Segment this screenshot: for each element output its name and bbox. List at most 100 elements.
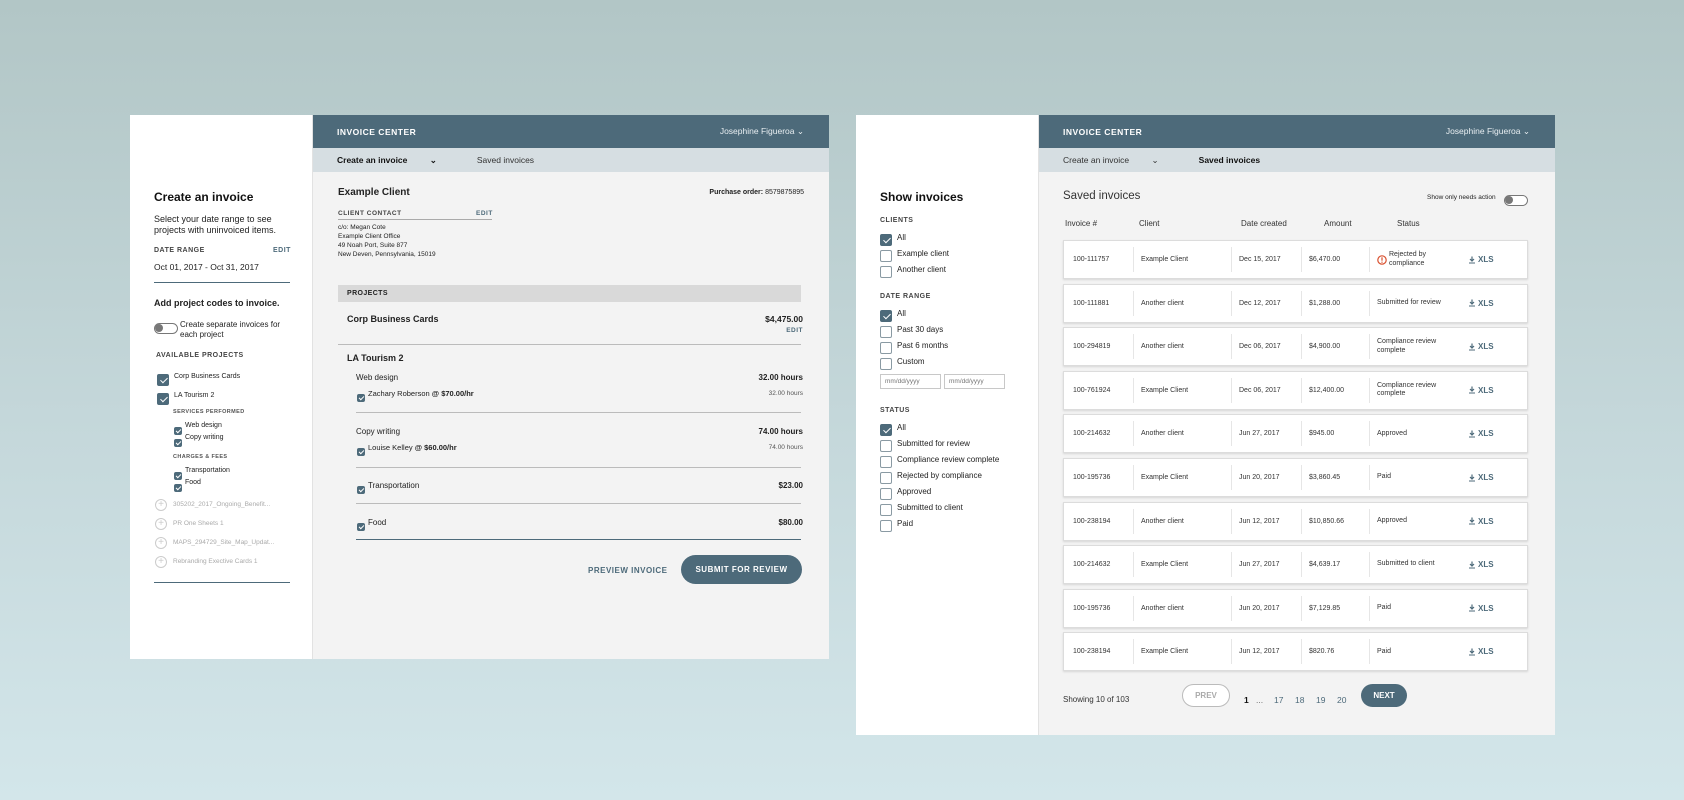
service-checkbox[interactable] xyxy=(174,434,182,452)
xls-download-button[interactable]: XLS xyxy=(1468,372,1494,409)
charge-checkbox[interactable] xyxy=(357,518,365,536)
xls-label: XLS xyxy=(1478,473,1494,482)
date-cell: Dec 12, 2017 xyxy=(1239,299,1281,307)
date-to-input[interactable] xyxy=(944,374,1005,389)
user-menu[interactable]: Josephine Figueroa ⌄ xyxy=(720,126,804,137)
filter-checkbox[interactable] xyxy=(880,263,892,281)
project-name: LA Tourism 2 xyxy=(347,353,404,363)
inactive-project-label[interactable]: MAPS_294729_Site_Map_Updat... xyxy=(173,539,274,546)
app-title: INVOICE CENTER xyxy=(337,126,417,137)
xls-download-button[interactable]: XLS xyxy=(1468,590,1494,627)
xls-download-button[interactable]: XLS xyxy=(1468,503,1494,540)
tab-create-invoice[interactable]: Create an invoice ⌄ xyxy=(337,155,457,166)
project-checkbox[interactable] xyxy=(157,390,169,408)
divider xyxy=(154,282,290,283)
next-button[interactable]: NEXT xyxy=(1361,684,1407,707)
divider xyxy=(1369,552,1370,578)
table-row[interactable]: 100-761924 Example Client Dec 06, 2017 $12,… xyxy=(1063,370,1528,410)
filter-checkbox[interactable] xyxy=(880,355,892,373)
amount-cell: $7,129.85 xyxy=(1309,604,1341,612)
add-project-icon[interactable]: + xyxy=(155,518,167,530)
chevron-down-icon: ⌄ xyxy=(1151,154,1159,165)
inactive-project-label[interactable]: 305202_2017_Ongoing_Benefit... xyxy=(173,501,270,508)
filter-label: All xyxy=(897,309,906,318)
client-cell: Another client xyxy=(1141,430,1184,438)
divider xyxy=(1231,639,1232,665)
charge-amount: $80.00 xyxy=(778,518,803,527)
xls-download-button[interactable]: XLS xyxy=(1468,633,1494,670)
xls-download-button[interactable]: XLS xyxy=(1468,328,1494,365)
project-label: LA Tourism 2 xyxy=(174,392,215,399)
add-project-icon[interactable]: + xyxy=(155,499,167,511)
project-edit-button[interactable]: EDIT xyxy=(786,327,803,334)
divider xyxy=(1231,465,1232,490)
page-link[interactable]: 18 xyxy=(1295,695,1304,705)
filter-checkbox[interactable] xyxy=(880,517,892,535)
date-from-input[interactable] xyxy=(880,374,941,389)
submit-for-review-button[interactable]: SUBMIT FOR REVIEW xyxy=(681,555,802,584)
contact-edit-button[interactable]: EDIT xyxy=(476,210,493,217)
date-range-value: Oct 01, 2017 - Oct 31, 2017 xyxy=(154,262,259,272)
xls-download-button[interactable]: XLS xyxy=(1468,415,1494,452)
user-name: Josephine Figueroa xyxy=(719,126,795,136)
table-row[interactable]: 100-294819 Another client Dec 06, 2017 $4,9… xyxy=(1063,327,1528,367)
client-cell: Example Client xyxy=(1141,561,1189,569)
charges-label: CHARGES & FEES xyxy=(173,454,228,460)
clients-filter-label: CLIENTS xyxy=(880,217,914,224)
tab-saved-invoices[interactable]: Saved invoices xyxy=(477,155,534,165)
status-cell: Paid xyxy=(1377,647,1392,655)
download-icon xyxy=(1469,474,1475,481)
status-cell: Paid xyxy=(1377,604,1392,612)
prev-button[interactable]: PREV xyxy=(1182,684,1230,707)
table-row[interactable]: 100-214632 Example Client Jun 27, 2017 $4,6… xyxy=(1063,545,1528,585)
filter-label: Another client xyxy=(897,265,946,274)
table-row[interactable]: 100-195736 Another client Jun 20, 2017 $7,1… xyxy=(1063,588,1528,628)
xls-download-button[interactable]: XLS xyxy=(1468,546,1494,583)
tab-saved-invoices[interactable]: Saved invoices xyxy=(1199,155,1260,165)
chevron-down-icon: ⌄ xyxy=(796,126,804,136)
column-header: Client xyxy=(1139,219,1160,228)
page-link[interactable]: 17 xyxy=(1274,695,1283,705)
status-cell: Compliance review complete xyxy=(1377,381,1437,398)
xls-download-button[interactable]: XLS xyxy=(1468,285,1494,322)
charge-checkbox[interactable] xyxy=(174,479,182,497)
add-project-icon[interactable]: + xyxy=(155,537,167,549)
table-row[interactable]: 100-238194 Another client Jun 12, 2017 $10,… xyxy=(1063,501,1528,541)
charge-checkbox[interactable] xyxy=(357,481,365,499)
app-header: INVOICE CENTER Josephine Figueroa ⌄ xyxy=(1039,115,1555,148)
inactive-project-label[interactable]: Rebranding Exective Cards 1 xyxy=(173,558,258,565)
divider xyxy=(1133,465,1134,490)
divider xyxy=(1369,377,1370,403)
person-checkbox[interactable] xyxy=(357,443,365,461)
add-project-icon[interactable]: + xyxy=(155,556,167,568)
page-current[interactable]: 1 xyxy=(1244,695,1249,705)
table-row[interactable]: 100-195736 Example Client Jun 20, 2017 $3,8… xyxy=(1063,458,1528,497)
divider xyxy=(1133,421,1134,447)
table-row[interactable]: 100-238194 Example Client Jun 12, 2017 $820… xyxy=(1063,632,1528,672)
divider xyxy=(1369,595,1370,621)
separate-invoices-toggle[interactable] xyxy=(154,320,178,338)
page-link[interactable]: 20 xyxy=(1337,695,1346,705)
invoice-number: 100-214632 xyxy=(1073,430,1111,438)
table-row[interactable]: 100-111757 Example Client Dec 15, 2017 $6,4… xyxy=(1063,240,1528,279)
client-cell: Another client xyxy=(1141,604,1184,612)
xls-download-button[interactable]: XLS xyxy=(1468,459,1494,496)
tab-create-invoice[interactable]: Create an invoice ⌄ xyxy=(1063,155,1179,166)
page-link[interactable]: 19 xyxy=(1316,695,1325,705)
divider xyxy=(338,219,492,220)
user-menu[interactable]: Josephine Figueroa ⌄ xyxy=(1446,126,1530,137)
needs-action-toggle[interactable] xyxy=(1504,192,1528,210)
table-row[interactable]: 100-214632 Another client Jun 27, 2017 $945… xyxy=(1063,414,1528,454)
person-checkbox[interactable] xyxy=(357,389,365,407)
sub-navigation: Create an invoice ⌄ Saved invoices xyxy=(1039,148,1555,172)
divider xyxy=(1133,595,1134,621)
divider xyxy=(1369,508,1370,534)
date-range-edit-button[interactable]: EDIT xyxy=(273,247,291,254)
preview-invoice-button[interactable]: PREVIEW INVOICE xyxy=(588,566,668,575)
inactive-project-label[interactable]: PR One Sheets 1 xyxy=(173,520,224,527)
xls-download-button[interactable]: XLS xyxy=(1468,241,1494,278)
table-row[interactable]: 100-111881 Another client Dec 12, 2017 $1,2… xyxy=(1063,283,1528,323)
client-cell: Example Client xyxy=(1141,386,1189,394)
project-checkbox[interactable] xyxy=(157,371,169,389)
date-cell: Jun 27, 2017 xyxy=(1239,430,1280,438)
